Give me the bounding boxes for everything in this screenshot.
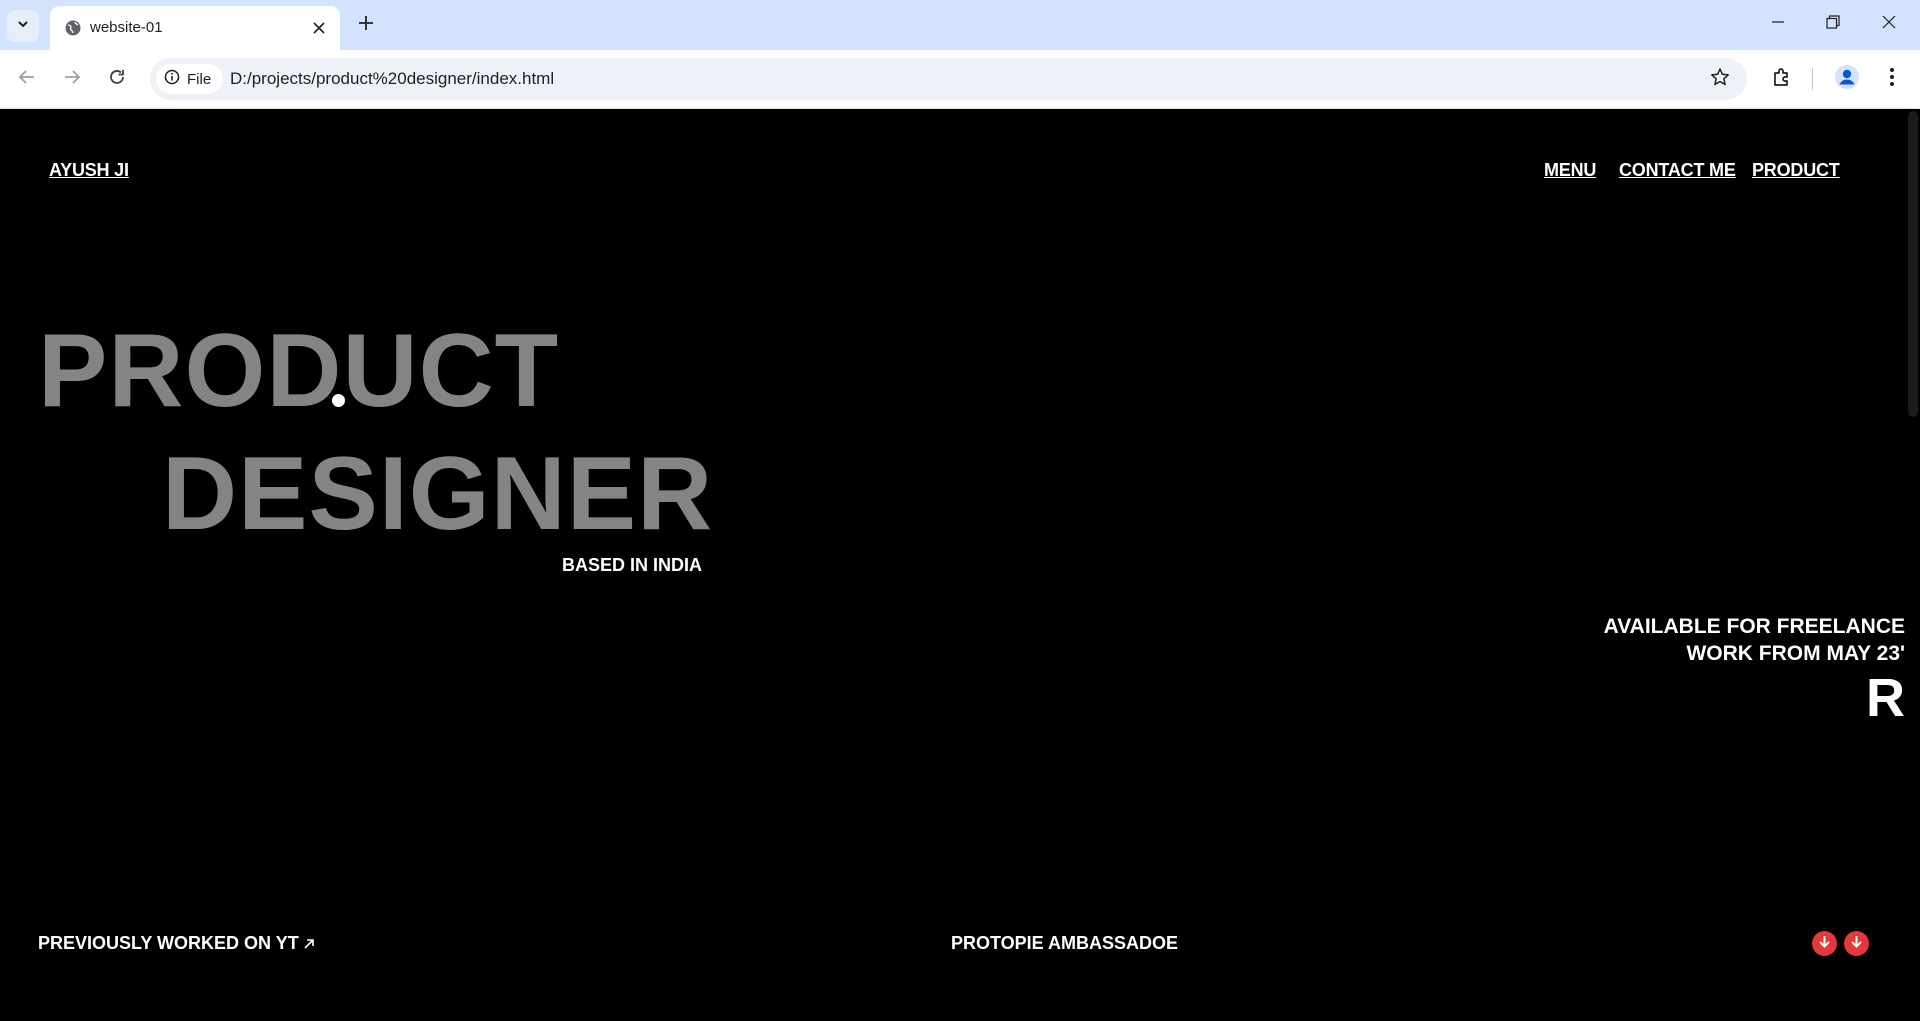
location-text: BASED IN INDIA xyxy=(562,555,703,575)
extensions-button[interactable] xyxy=(1765,62,1799,96)
profile-button[interactable] xyxy=(1830,62,1864,96)
scroll-down-button[interactable] xyxy=(1844,931,1869,956)
scroll-down-button[interactable] xyxy=(1812,931,1837,956)
external-link-arrow-icon xyxy=(299,933,315,953)
ambassador-text: PROTOPIE AMBASSADOE xyxy=(951,933,1179,953)
url-text[interactable]: D:/projects/product%20designer/index.htm… xyxy=(230,69,554,89)
nav-menu-link[interactable]: MENU xyxy=(1544,160,1596,181)
minimize-icon xyxy=(1771,15,1785,34)
arrow-down-circle-icon xyxy=(1818,935,1831,953)
previously-worked-label: PREVIOUSLY WORKED ON YT xyxy=(38,933,299,953)
star-icon xyxy=(1710,67,1730,92)
reload-icon xyxy=(108,68,126,91)
window-close-icon xyxy=(1882,15,1896,34)
scrolling-letter: R xyxy=(1866,668,1905,728)
site-chip-label: File xyxy=(187,70,212,88)
arrow-down-circle-icon xyxy=(1850,935,1863,953)
plus-icon xyxy=(358,15,374,36)
close-icon[interactable] xyxy=(308,17,330,39)
nav-contact-link[interactable]: CONTACT ME xyxy=(1619,160,1736,181)
new-tab-button[interactable] xyxy=(352,11,380,39)
tab-search-button[interactable] xyxy=(7,10,39,42)
profile-icon xyxy=(1834,64,1860,95)
hero-title-line2: DESIGNER xyxy=(162,436,714,552)
window-close-button[interactable] xyxy=(1867,6,1911,42)
previously-worked-link[interactable]: PREVIOUSLY WORKED ON YT xyxy=(38,933,315,954)
tab-title: website-01 xyxy=(90,19,163,36)
scrollbar-thumb[interactable] xyxy=(1908,111,1918,417)
minimize-button[interactable] xyxy=(1756,6,1800,42)
site-logo[interactable]: AYUSH JI xyxy=(49,160,129,181)
nav-product-link[interactable]: PRODUCT xyxy=(1752,160,1840,181)
forward-arrow-icon xyxy=(63,68,81,91)
address-bar[interactable]: File D:/projects/product%20designer/inde… xyxy=(150,58,1747,100)
browser-menu-button[interactable] xyxy=(1875,62,1909,96)
active-tab[interactable]: website-01 xyxy=(50,6,340,50)
toolbar-divider xyxy=(1812,68,1813,90)
reload-button[interactable] xyxy=(100,62,134,96)
restore-icon xyxy=(1826,14,1840,34)
back-arrow-icon xyxy=(18,68,36,91)
info-icon xyxy=(164,69,180,90)
page-viewport: AYUSH JI MENU CONTACT ME PRODUCT PRODUCT… xyxy=(0,109,1920,1021)
page-scrollbar[interactable] xyxy=(1906,109,1920,1021)
browser-toolbar: File D:/projects/product%20designer/inde… xyxy=(0,50,1920,109)
availability-line1: AVAILABLE FOR FREELANCE xyxy=(1603,615,1905,638)
custom-cursor xyxy=(332,394,345,407)
forward-button[interactable] xyxy=(55,62,89,96)
extensions-icon xyxy=(1771,66,1793,93)
hero-title-line1: PRODUCT xyxy=(38,313,560,429)
availability-text: AVAILABLE FOR FREELANCE WORK FROM MAY 23… xyxy=(1485,613,1905,667)
bookmark-button[interactable] xyxy=(1705,64,1735,94)
tab-search-chevron-icon xyxy=(16,17,30,36)
site-info-chip[interactable]: File xyxy=(156,64,224,94)
tab-strip: website-01 xyxy=(0,0,1920,50)
globe-icon xyxy=(64,19,82,37)
availability-line2: WORK FROM MAY 23' xyxy=(1686,642,1905,665)
back-button[interactable] xyxy=(10,62,44,96)
restore-button[interactable] xyxy=(1811,6,1855,42)
kebab-menu-icon xyxy=(1889,67,1895,92)
